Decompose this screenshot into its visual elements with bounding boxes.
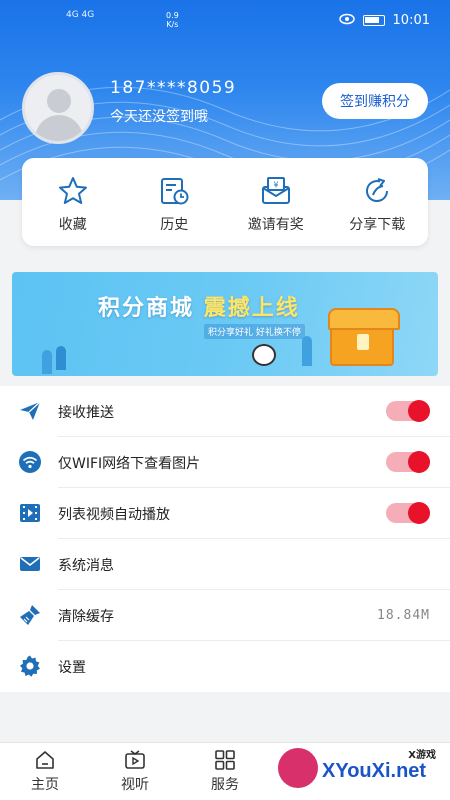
setting-autoplay-video[interactable]: 列表视频自动播放 <box>0 488 450 539</box>
signal-indicator: 4G 4G <box>66 10 95 20</box>
sign-in-button[interactable]: 签到赚积分 <box>322 83 428 119</box>
autoplay-toggle[interactable] <box>386 502 430 524</box>
battery-icon <box>362 15 385 26</box>
sign-status: 今天还没签到哦 <box>110 109 208 125</box>
setting-settings[interactable]: 设置 <box>0 641 450 692</box>
status-bar: 4G 4G 0.9 K/s 10:01 <box>0 0 450 40</box>
quick-action-invite[interactable]: ¥ 邀请有奖 <box>225 158 327 246</box>
panda-mascot-icon <box>252 344 276 366</box>
push-toggle[interactable] <box>386 400 430 422</box>
avatar[interactable] <box>22 72 94 144</box>
nav-home[interactable]: 主页 <box>0 743 90 800</box>
quick-actions: 收藏 历史 ¥ 邀请有奖 分享下载 <box>22 158 428 246</box>
quick-action-history[interactable]: 历史 <box>124 158 226 246</box>
cache-size: 18.84M <box>377 608 430 623</box>
invite-gift-icon: ¥ <box>261 177 290 204</box>
points-mall-banner[interactable]: 积分商城 震撼上线 积分享好礼 好礼换不停 <box>12 272 438 376</box>
setting-system-messages[interactable]: 系统消息 <box>0 539 450 590</box>
video-icon <box>20 504 40 522</box>
quick-action-share[interactable]: 分享下载 <box>327 158 429 246</box>
share-icon <box>366 178 389 203</box>
banner-title: 积分商城 震撼上线 <box>98 296 300 321</box>
tree-decoration <box>56 346 66 370</box>
tree-decoration <box>302 336 312 366</box>
send-icon <box>20 401 41 420</box>
site-watermark: X游戏 XYouXi.net <box>270 742 450 800</box>
quick-action-favorites[interactable]: 收藏 <box>22 158 124 246</box>
wifi-icon <box>19 451 41 473</box>
svg-text:¥: ¥ <box>273 181 278 190</box>
user-phone: 187****8059 <box>110 78 237 98</box>
star-icon <box>58 177 87 204</box>
tv-icon <box>125 750 145 769</box>
mail-icon <box>20 557 40 571</box>
nav-media[interactable]: 视听 <box>90 743 180 800</box>
network-speed: 0.9 K/s <box>166 11 179 29</box>
setting-clear-cache[interactable]: 清除缓存 18.84M <box>0 590 450 641</box>
setting-wifi-images[interactable]: 仅WIFI网络下查看图片 <box>0 437 450 488</box>
settings-list: 接收推送 仅WIFI网络下查看图片 列表视频自动播放 系统消息 清除缓存 18.… <box>0 386 450 692</box>
nav-services[interactable]: 服务 <box>180 743 270 800</box>
tree-decoration <box>42 350 52 374</box>
clock: 10:01 <box>392 13 430 28</box>
broom-icon <box>20 605 40 625</box>
wifi-images-toggle[interactable] <box>386 451 430 473</box>
banner-subtitle: 积分享好礼 好礼换不停 <box>204 324 305 339</box>
setting-receive-push[interactable]: 接收推送 <box>0 386 450 437</box>
treasure-chest-icon <box>328 308 400 366</box>
eye-icon <box>338 13 355 28</box>
gear-icon <box>20 655 40 677</box>
history-icon <box>161 178 189 205</box>
home-icon <box>36 751 54 769</box>
grid-icon <box>215 750 235 770</box>
gamepad-logo-icon <box>278 748 318 788</box>
